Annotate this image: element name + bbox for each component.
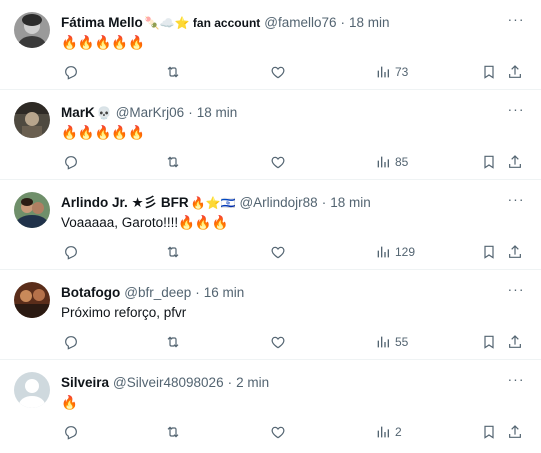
avatar[interactable] [14,102,50,138]
more-options-icon[interactable]: ··· [507,282,525,298]
bookmark-icon[interactable] [481,63,497,81]
display-name[interactable]: Silveira [61,374,109,392]
user-handle[interactable]: @MarKrj06 [116,104,184,122]
view-count: 55 [395,335,409,349]
separator-dot: · [195,285,200,300]
like-icon[interactable] [270,153,286,171]
more-options-icon[interactable]: ··· [507,12,525,28]
tweet-actions: 2 [61,423,527,441]
timestamp[interactable]: 18 min [330,194,371,212]
tweet-actions: 73 [61,63,527,81]
share-icon[interactable] [507,63,523,81]
like-icon[interactable] [270,333,286,351]
like-icon[interactable] [270,63,286,81]
views-icon[interactable]: 2 [375,423,402,441]
avatar[interactable] [14,282,50,318]
retweet-icon[interactable] [165,423,181,441]
separator-dot: · [188,105,193,120]
tweet-header: Silveira @Silveir48098026 · 2 min [61,374,501,392]
timestamp[interactable]: 18 min [197,104,238,122]
tweet-header: Fátima Mello 🍡☁️⭐ fan account @famello76… [61,14,501,32]
view-count: 129 [395,245,416,259]
tweet[interactable]: MarK 💀 @MarKrj06 · 18 min ··· 🔥🔥🔥🔥🔥 85 [0,90,541,180]
tweet-actions: 85 [61,153,527,171]
timestamp[interactable]: 18 min [349,14,390,32]
like-icon[interactable] [270,243,286,261]
separator-dot: · [227,375,233,390]
tweet[interactable]: Arlindo Jr. ★彡 BFR 🔥⭐🇮🇱 @Arlindojr88 · 1… [0,180,541,270]
reply-icon[interactable] [63,153,79,171]
user-handle[interactable]: @Arlindojr88 [239,194,317,212]
views-icon[interactable]: 55 [375,333,408,351]
display-name[interactable]: MarK [61,104,95,122]
tweet-text: Voaaaaa, Garoto!!!!🔥🔥🔥 [61,215,229,230]
user-handle[interactable]: @famello76 [264,14,336,32]
avatar[interactable] [14,192,50,228]
retweet-icon[interactable] [165,333,181,351]
tweet-text: 🔥 [61,395,78,410]
retweet-icon[interactable] [165,153,181,171]
views-icon[interactable]: 129 [375,243,415,261]
display-name[interactable]: Botafogo [61,284,120,302]
separator-dot: · [321,195,327,210]
bookmark-icon[interactable] [481,243,497,261]
bookmark-icon[interactable] [481,423,497,441]
share-icon[interactable] [507,333,523,351]
reply-icon[interactable] [63,63,79,81]
more-options-icon[interactable]: ··· [507,102,525,118]
avatar[interactable] [14,372,50,408]
bookmark-icon[interactable] [481,153,497,171]
more-options-icon[interactable]: ··· [507,372,525,388]
tweet-text: 🔥🔥🔥🔥🔥 [61,35,146,50]
more-options-icon[interactable]: ··· [507,192,525,208]
avatar[interactable] [14,12,50,48]
tweet-header: Arlindo Jr. ★彡 BFR 🔥⭐🇮🇱 @Arlindojr88 · 1… [61,194,501,212]
share-icon[interactable] [507,423,523,441]
display-name-extra: 💀 [96,106,112,120]
retweet-icon[interactable] [165,243,181,261]
view-count: 73 [395,65,409,79]
tweet-header: MarK 💀 @MarKrj06 · 18 min [61,104,501,122]
display-name[interactable]: Arlindo Jr. ★彡 BFR [61,194,189,212]
tweet-header: Botafogo @bfr_deep · 16 min [61,284,501,302]
tweet[interactable]: Fátima Mello 🍡☁️⭐ fan account @famello76… [0,0,541,90]
share-icon[interactable] [507,243,523,261]
bookmark-icon[interactable] [481,333,497,351]
tweet-text: Próximo reforço, pfvr [61,305,187,320]
display-name[interactable]: Fátima Mello [61,14,143,32]
user-handle[interactable]: @Silveir48098026 [113,374,224,392]
like-icon[interactable] [270,423,286,441]
view-count: 2 [395,425,402,439]
reply-icon[interactable] [63,333,79,351]
retweet-icon[interactable] [165,63,181,81]
tweet[interactable]: Botafogo @bfr_deep · 16 min ··· Próximo … [0,270,541,360]
tweet[interactable]: Silveira @Silveir48098026 · 2 min ··· 🔥 … [0,360,541,453]
separator-dot: · [340,15,346,30]
user-handle[interactable]: @bfr_deep [124,284,191,302]
tweet-text: 🔥🔥🔥🔥🔥 [61,125,146,140]
tweet-actions: 129 [61,243,527,261]
tweet-actions: 55 [61,333,527,351]
view-count: 85 [395,155,409,169]
display-name-extra: 🍡☁️⭐ fan account [144,16,261,30]
reply-icon[interactable] [63,423,79,441]
display-name-extra: 🔥⭐🇮🇱 [190,196,236,210]
timestamp[interactable]: 16 min [204,284,245,302]
reply-icon[interactable] [63,243,79,261]
views-icon[interactable]: 85 [375,153,408,171]
reply-feed: Fátima Mello 🍡☁️⭐ fan account @famello76… [0,0,541,453]
views-icon[interactable]: 73 [375,63,408,81]
share-icon[interactable] [507,153,523,171]
timestamp[interactable]: 2 min [236,374,269,392]
